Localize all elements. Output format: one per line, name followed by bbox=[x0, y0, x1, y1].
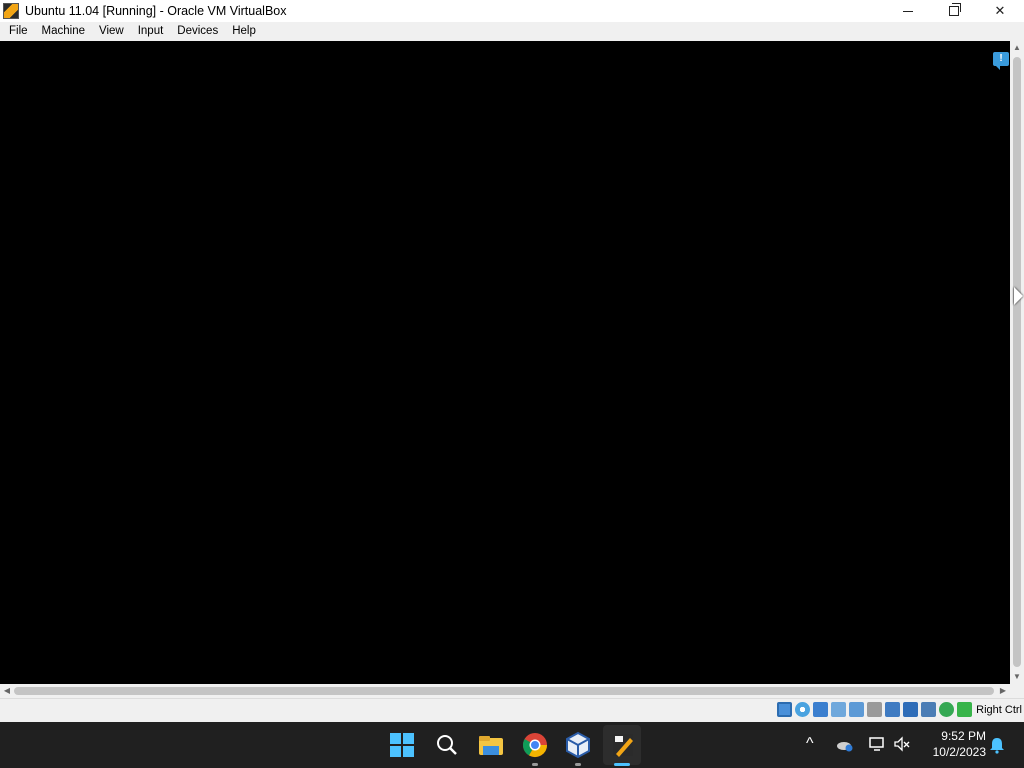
usb-icon[interactable] bbox=[849, 702, 864, 717]
restore-icon bbox=[949, 3, 961, 16]
vbox-manager-running-indicator bbox=[575, 763, 581, 766]
menu-devices[interactable]: Devices bbox=[172, 22, 223, 41]
horizontal-scrollbar[interactable]: ◀ ▶ bbox=[0, 684, 1010, 698]
menu-file[interactable]: File bbox=[4, 22, 33, 41]
start-icon[interactable] bbox=[390, 733, 414, 757]
status-bar: Right Ctrl bbox=[0, 698, 1024, 722]
keyboard-icon[interactable] bbox=[957, 702, 972, 717]
chevron-up-icon[interactable]: ^ bbox=[806, 735, 814, 753]
close-button[interactable]: ✕ bbox=[977, 0, 1023, 22]
clock-date: 10/2/2023 bbox=[932, 745, 986, 759]
mouse-integration-icon[interactable] bbox=[939, 702, 954, 717]
minimize-button[interactable] bbox=[885, 0, 931, 22]
scroll-up-icon[interactable]: ▲ bbox=[1010, 41, 1024, 55]
file-explorer-icon[interactable] bbox=[476, 730, 506, 760]
close-icon: ✕ bbox=[994, 3, 1006, 18]
volume-muted-icon[interactable] bbox=[893, 735, 911, 753]
virtualbox-vm-icon[interactable] bbox=[608, 730, 638, 760]
title-bar: Ubuntu 11.04 [Running] - Oracle VM Virtu… bbox=[0, 0, 1024, 22]
vbox-vm-active-indicator bbox=[614, 763, 630, 766]
audio-icon[interactable] bbox=[813, 702, 828, 717]
network-icon[interactable] bbox=[831, 702, 846, 717]
horizontal-scroll-thumb[interactable] bbox=[14, 687, 994, 695]
network-status-icon[interactable] bbox=[868, 735, 886, 753]
scroll-corner bbox=[1010, 684, 1024, 698]
window-title: Ubuntu 11.04 [Running] - Oracle VM Virtu… bbox=[25, 4, 287, 18]
menu-view[interactable]: View bbox=[94, 22, 129, 41]
clock[interactable]: 9:52 PM 10/2/2023 bbox=[922, 728, 986, 760]
menu-input[interactable]: Input bbox=[133, 22, 169, 41]
onedrive-icon[interactable] bbox=[836, 736, 854, 754]
guest-display[interactable] bbox=[0, 41, 1010, 684]
maximize-button[interactable] bbox=[931, 0, 977, 22]
display-icon[interactable] bbox=[885, 702, 900, 717]
host-key-label: Right Ctrl bbox=[976, 704, 1022, 716]
taskbar: ^ 9:52 PM 10/2/2023 bbox=[0, 722, 1024, 768]
vertical-scroll-thumb[interactable] bbox=[1013, 57, 1021, 667]
clock-time: 9:52 PM bbox=[941, 729, 986, 743]
scroll-right-icon[interactable]: ▶ bbox=[996, 684, 1010, 698]
mouse-cursor-icon bbox=[1014, 287, 1023, 305]
chrome-running-indicator bbox=[532, 763, 538, 766]
notification-bell-icon[interactable] bbox=[988, 736, 1006, 754]
virtualbox-manager-icon[interactable] bbox=[563, 730, 593, 760]
optical-drive-icon[interactable] bbox=[795, 702, 810, 717]
vertical-scrollbar[interactable]: ▲ ▼ bbox=[1010, 41, 1024, 684]
virtualbox-app-icon bbox=[3, 3, 19, 19]
menu-bar: File Machine View Input Devices Help bbox=[0, 22, 1024, 42]
scroll-left-icon[interactable]: ◀ bbox=[0, 684, 14, 698]
search-icon[interactable] bbox=[432, 730, 462, 760]
scroll-down-icon[interactable]: ▼ bbox=[1010, 670, 1024, 684]
menu-machine[interactable]: Machine bbox=[37, 22, 90, 41]
video-capture-icon[interactable] bbox=[903, 702, 918, 717]
shared-folders-icon[interactable] bbox=[867, 702, 882, 717]
menu-help[interactable]: Help bbox=[227, 22, 261, 41]
chrome-icon[interactable] bbox=[520, 730, 550, 760]
virtualization-icon[interactable] bbox=[921, 702, 936, 717]
info-bubble-icon[interactable]: ! bbox=[993, 52, 1009, 70]
hard-disk-icon[interactable] bbox=[777, 702, 792, 717]
minimize-icon bbox=[903, 10, 913, 12]
